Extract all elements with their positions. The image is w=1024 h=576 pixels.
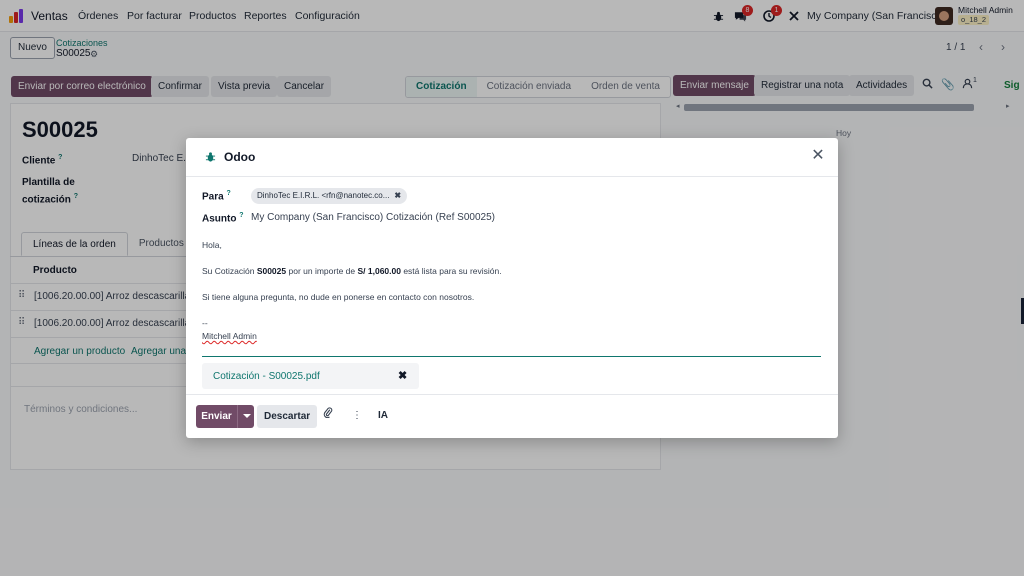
send-button[interactable]: Enviar bbox=[196, 405, 237, 428]
more-options-icon[interactable]: ⋮ bbox=[348, 407, 366, 425]
email-greeting[interactable]: Hola, bbox=[202, 240, 222, 250]
recipient-name: DinhoTec E.I.R.L. <rfn@nanotec.co... bbox=[257, 191, 390, 200]
remove-attachment-icon[interactable]: ✖ bbox=[398, 369, 407, 382]
attach-file-icon[interactable] bbox=[319, 407, 337, 425]
recipient-tag[interactable]: DinhoTec E.I.R.L. <rfn@nanotec.co... ✖ bbox=[251, 188, 408, 204]
dialog-title: Odoo bbox=[224, 150, 256, 164]
subject-label: Asunto ? bbox=[202, 212, 244, 225]
signature-name[interactable]: Mitchell Admin bbox=[202, 331, 257, 341]
body-editor-border bbox=[202, 356, 821, 357]
send-options-dropdown[interactable] bbox=[237, 405, 254, 428]
signature-separator[interactable]: -- bbox=[202, 318, 208, 328]
dialog-footer: Enviar Descartar ⋮ IA bbox=[186, 394, 838, 438]
close-icon[interactable]: ✕ bbox=[808, 146, 828, 166]
email-composer-dialog: Odoo ✕ Para ? DinhoTec E.I.R.L. <rfn@nan… bbox=[186, 138, 838, 438]
dialog-header: Odoo ✕ bbox=[186, 138, 838, 177]
email-body-line-1[interactable]: Su Cotización S00025 por un importe de S… bbox=[202, 266, 502, 276]
subject-field[interactable]: My Company (San Francisco) Cotización (R… bbox=[251, 212, 495, 223]
discard-button[interactable]: Descartar bbox=[257, 405, 318, 428]
email-body-line-2[interactable]: Si tiene alguna pregunta, no dude en pon… bbox=[202, 292, 474, 302]
remove-recipient-icon[interactable]: ✖ bbox=[394, 188, 401, 204]
odoo-bug-icon bbox=[205, 151, 216, 163]
ai-button[interactable]: IA bbox=[378, 407, 388, 425]
attachment-name[interactable]: Cotización - S00025.pdf bbox=[213, 371, 320, 382]
to-label: Para ? bbox=[202, 190, 231, 203]
attachment-chip[interactable]: Cotización - S00025.pdf ✖ bbox=[202, 363, 419, 389]
